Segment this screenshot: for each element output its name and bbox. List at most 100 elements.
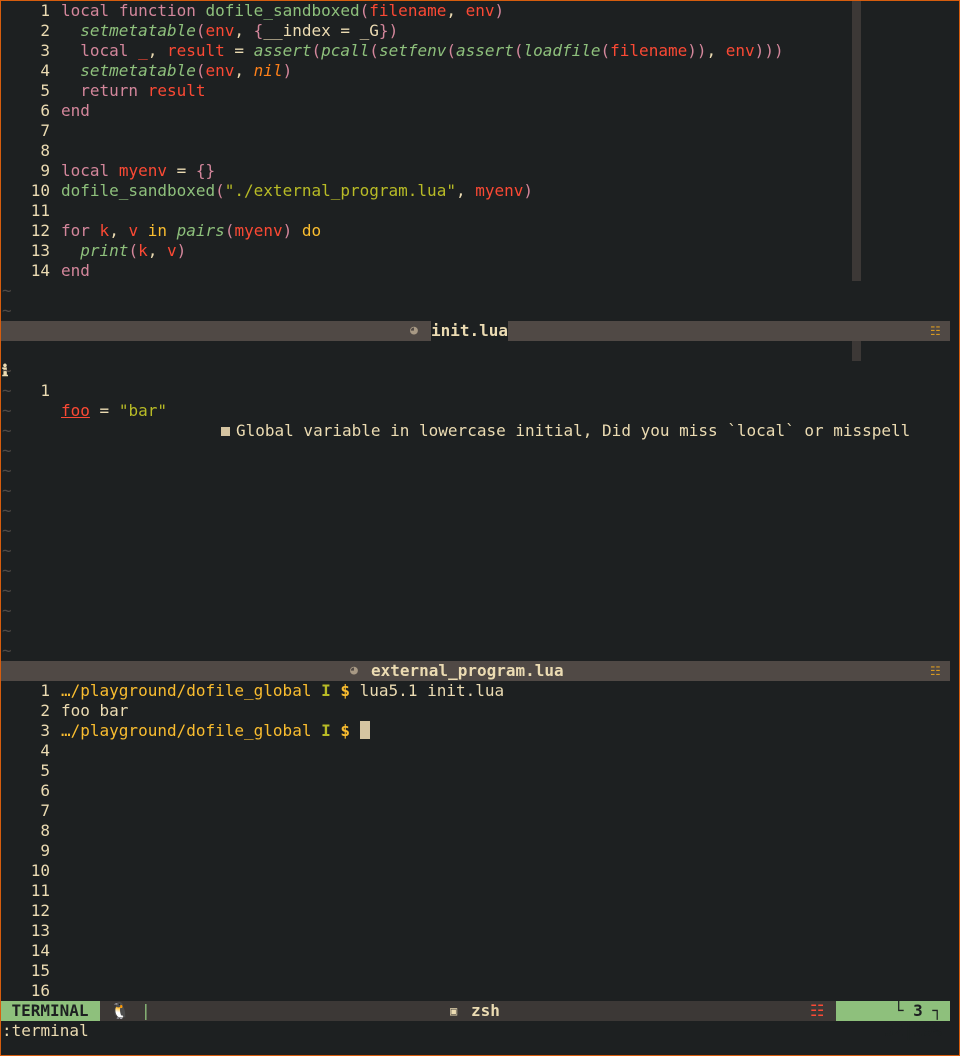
line-number: 4 bbox=[40, 61, 50, 80]
code-line[interactable]: ℹ 1 foo = "bar" Global variable in lower… bbox=[0, 341, 958, 440]
code-line[interactable]: 14 end bbox=[0, 261, 958, 281]
terminal-line[interactable]: 14 bbox=[0, 941, 958, 961]
mode-indicator: TERMINAL bbox=[0, 1001, 100, 1021]
line-number: 16 bbox=[30, 981, 50, 1000]
line-text[interactable]: dofile_sandboxed("./external_program.lua… bbox=[61, 181, 533, 201]
end-of-buffer-marker: ~ bbox=[2, 581, 12, 600]
terminal-line[interactable]: 5 bbox=[0, 761, 958, 781]
end-of-buffer-marker: ~ bbox=[2, 421, 12, 440]
end-of-buffer-marker: ~ bbox=[2, 481, 12, 500]
line-text[interactable]: end bbox=[61, 101, 90, 121]
code-line[interactable]: 1 local function dofile_sandboxed(filenam… bbox=[0, 1, 958, 21]
code-line[interactable]: 7 bbox=[0, 121, 958, 141]
lua-file-icon: ◕ bbox=[350, 663, 358, 678]
code-line[interactable]: 4 setmetatable(env, nil) bbox=[0, 61, 958, 81]
line-number: 5 bbox=[40, 81, 50, 100]
command-output[interactable]: foo bar bbox=[61, 701, 128, 721]
line-number: 10 bbox=[30, 861, 50, 880]
line-number: 5 bbox=[40, 761, 50, 780]
line-text[interactable]: setmetatable(env, nil) bbox=[61, 61, 292, 81]
line-text[interactable]: local myenv = {} bbox=[61, 161, 215, 181]
terminal-line[interactable]: 2 foo bar bbox=[0, 701, 958, 721]
network-icon: ☷ bbox=[930, 324, 941, 338]
end-of-buffer-marker: ~ bbox=[2, 361, 12, 380]
end-of-buffer-marker: ~ bbox=[2, 541, 12, 560]
terminal-line[interactable]: 6 bbox=[0, 781, 958, 801]
line-number: 2 bbox=[40, 21, 50, 40]
end-of-buffer-marker: ~ bbox=[2, 381, 12, 400]
line-number: 12 bbox=[30, 221, 50, 240]
statusline: TERMINAL 🐧 | ▣ zsh ☷ └ 3 ┐ 32|19% bbox=[0, 1001, 950, 1040]
code-line[interactable]: 9 local myenv = {} bbox=[0, 161, 958, 181]
terminal-line[interactable]: 8 bbox=[0, 821, 958, 841]
terminal-line[interactable]: 12 bbox=[0, 901, 958, 921]
winbar-init-lua[interactable]: ◕ init.lua ☷ bbox=[0, 321, 950, 341]
code-line[interactable]: 13 print(k, v) bbox=[0, 241, 958, 261]
code-line[interactable]: 2 setmetatable(env, {__index = _G}) bbox=[0, 21, 958, 41]
line-text[interactable]: local function dofile_sandboxed(filename… bbox=[61, 1, 504, 21]
line-number: 12 bbox=[30, 901, 50, 920]
end-of-buffer-marker: ~ bbox=[2, 561, 12, 580]
code-line[interactable]: 5 return result bbox=[0, 81, 958, 101]
line-number: 10 bbox=[30, 181, 50, 200]
line-text[interactable]: local _, result = assert(pcall(setfenv(a… bbox=[61, 41, 783, 61]
lua-file-icon: ◕ bbox=[410, 323, 418, 338]
line-number: 14 bbox=[30, 941, 50, 960]
line-number: 1 bbox=[40, 1, 50, 20]
scrollbar[interactable] bbox=[852, 1, 861, 281]
linux-icon: 🐧 bbox=[110, 1001, 130, 1020]
line-text[interactable]: print(k, v) bbox=[61, 241, 186, 261]
end-of-buffer-marker: ~ bbox=[2, 401, 12, 420]
line-number: 9 bbox=[40, 841, 50, 860]
terminal-line[interactable]: 11 bbox=[0, 881, 958, 901]
code-line[interactable]: 12 for k, v in pairs(myenv) do bbox=[0, 221, 958, 241]
line-number: 6 bbox=[40, 101, 50, 120]
terminal-line[interactable]: 15 bbox=[0, 961, 958, 981]
line-number: 1 bbox=[40, 681, 50, 700]
end-of-buffer-marker: ~ bbox=[2, 461, 12, 480]
line-number: 13 bbox=[30, 921, 50, 940]
code-line[interactable]: 8 bbox=[0, 141, 958, 161]
line-text[interactable]: setmetatable(env, {__index = _G}) bbox=[61, 21, 398, 41]
line-text[interactable]: for k, v in pairs(myenv) do bbox=[61, 221, 321, 241]
line-number: 14 bbox=[30, 261, 50, 280]
line-number: 11 bbox=[30, 881, 50, 900]
line-number: 2 bbox=[40, 701, 50, 720]
separator: | bbox=[141, 1001, 151, 1020]
shell-prompt[interactable]: …/playground/dofile_global I $ lua5.1 in… bbox=[61, 681, 504, 701]
shell-prompt[interactable]: …/playground/dofile_global I $ bbox=[61, 721, 370, 741]
code-line[interactable]: 11 bbox=[0, 201, 958, 221]
window-filename[interactable]: external_program.lua bbox=[371, 661, 564, 681]
terminal-line[interactable]: 1 …/playground/dofile_global I $ lua5.1 i… bbox=[0, 681, 958, 701]
network-icon: ☷ bbox=[930, 664, 941, 678]
end-of-buffer-marker: ~ bbox=[2, 441, 12, 460]
terminal-line[interactable]: 3 …/playground/dofile_global I $ bbox=[0, 721, 958, 741]
text-cursor bbox=[359, 721, 370, 739]
end-of-buffer-marker: ~ bbox=[2, 621, 12, 640]
terminal-line[interactable]: 7 bbox=[0, 801, 958, 821]
code-line[interactable]: 10 dofile_sandboxed("./external_program.l… bbox=[0, 181, 958, 201]
terminal-line[interactable]: 9 bbox=[0, 841, 958, 861]
line-number: 8 bbox=[40, 821, 50, 840]
scrollbar[interactable] bbox=[852, 341, 861, 361]
line-number: 11 bbox=[30, 201, 50, 220]
window-filename[interactable]: init.lua bbox=[431, 321, 509, 341]
line-number: 8 bbox=[40, 141, 50, 160]
command-line[interactable]: :terminal bbox=[2, 1021, 89, 1041]
terminal-line[interactable]: 13 bbox=[0, 921, 958, 941]
line-number: 9 bbox=[40, 161, 50, 180]
line-number: 3 bbox=[40, 721, 50, 740]
code-line[interactable]: 6 end bbox=[0, 101, 958, 121]
terminal-line[interactable]: 4 bbox=[0, 741, 958, 761]
line-number: 15 bbox=[30, 961, 50, 980]
end-of-buffer-marker: ~ bbox=[2, 281, 12, 300]
line-number: 13 bbox=[30, 241, 50, 260]
line-text[interactable]: end bbox=[61, 261, 90, 281]
winbar-external-program-lua[interactable]: ◕ external_program.lua ☷ bbox=[0, 661, 950, 681]
end-of-buffer-marker: ~ bbox=[2, 641, 12, 660]
code-line[interactable]: 3 local _, result = assert(pcall(setfenv… bbox=[0, 41, 958, 61]
terminal-icon: ▣ bbox=[450, 1004, 458, 1018]
line-text[interactable]: return result bbox=[61, 81, 205, 101]
terminal-line[interactable]: 16 bbox=[0, 981, 958, 1001]
terminal-line[interactable]: 10 bbox=[0, 861, 958, 881]
